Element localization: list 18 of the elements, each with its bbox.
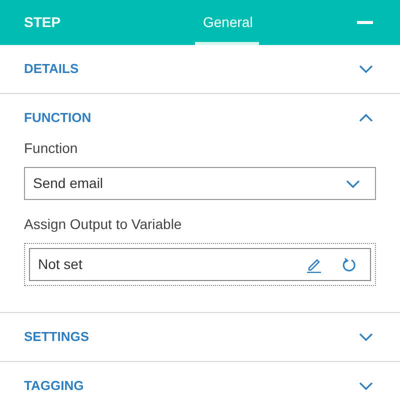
refresh-icon[interactable]	[342, 258, 356, 272]
chevron-down-icon[interactable]	[358, 381, 374, 391]
field-label: Assign Output to Variable	[24, 215, 183, 234]
section-header[interactable]: SETTINGS	[24, 327, 90, 347]
pencil-icon[interactable]	[306, 256, 322, 272]
section-header[interactable]: DETAILS	[24, 59, 79, 79]
panel-title: STEP	[24, 13, 62, 32]
chevron-down-icon[interactable]	[358, 64, 374, 74]
chevron-up-icon[interactable]	[358, 113, 374, 123]
field-label: Function	[24, 139, 79, 158]
section-header[interactable]: TAGGING	[24, 376, 84, 396]
minus-icon	[357, 21, 373, 24]
chevron-down-icon	[345, 178, 361, 188]
section-header[interactable]: FUNCTION	[24, 108, 92, 128]
chevron-down-icon[interactable]	[358, 332, 374, 342]
function-dropdown[interactable]: Send email	[24, 167, 376, 200]
variable-field[interactable]: Not set	[29, 248, 371, 281]
tab[interactable]: General	[195, 0, 259, 45]
